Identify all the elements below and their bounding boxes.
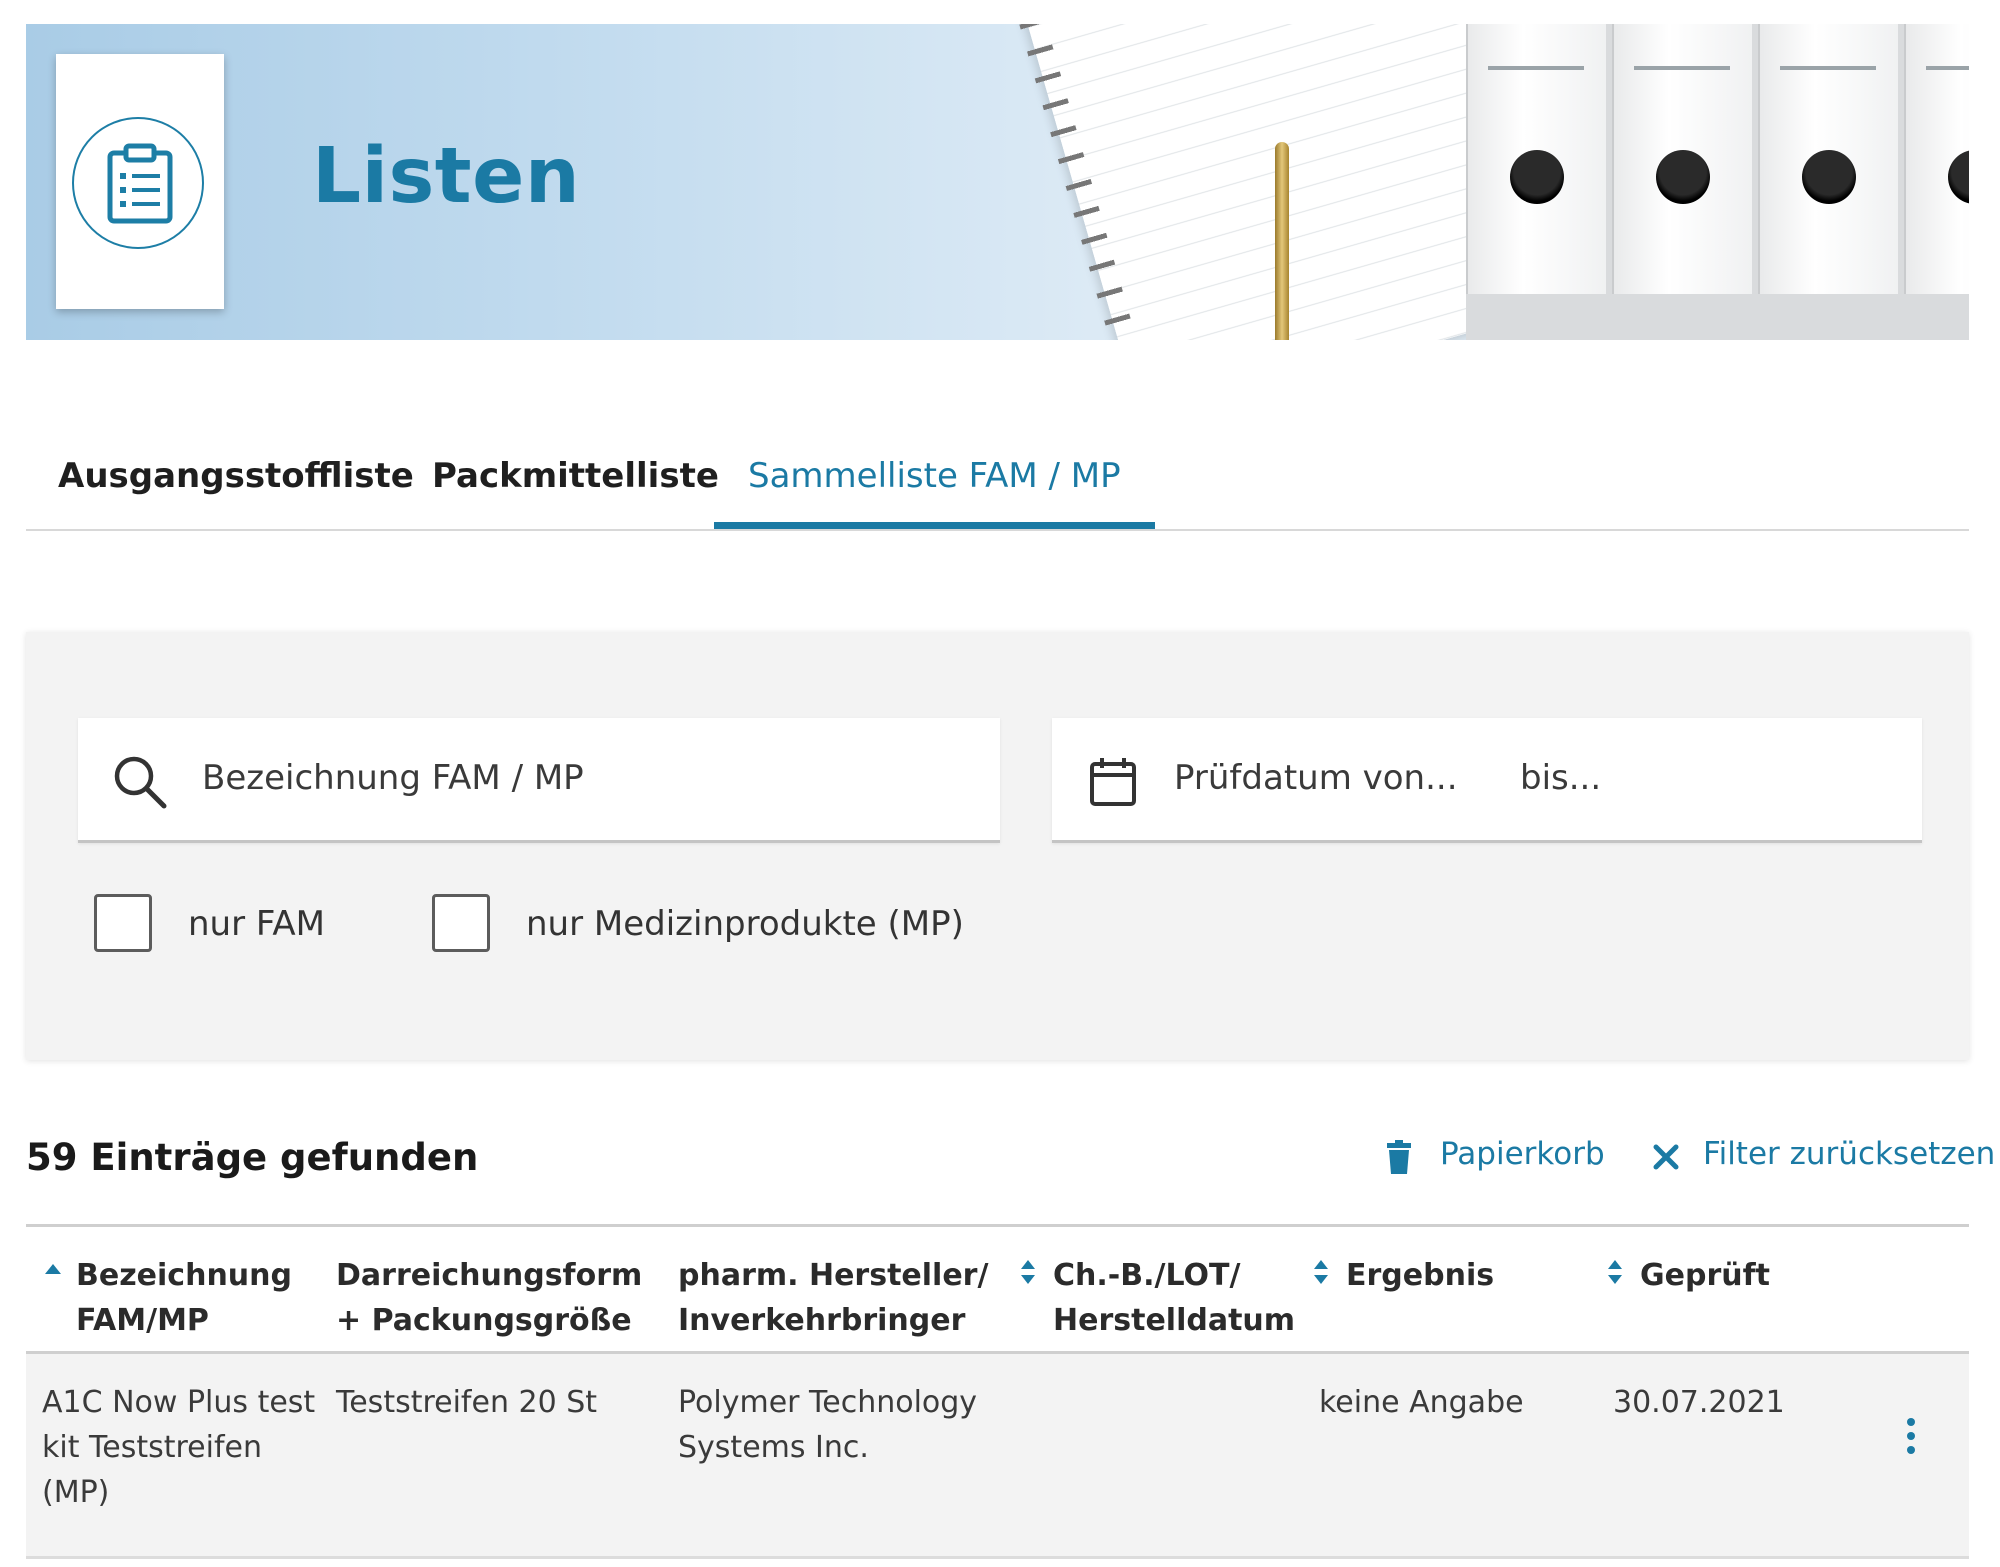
row-menu-icon[interactable]: [1896, 1414, 1926, 1464]
calendar-icon: [1090, 758, 1136, 806]
checkbox-nur-fam[interactable]: nur FAM: [94, 894, 354, 958]
filter-panel: Bezeichnung FAM / MP Prüfdatum von... bi…: [26, 632, 1969, 1060]
trash-label: Papierkorb: [1440, 1136, 1605, 1172]
column-header-geprueft[interactable]: Geprüft: [1608, 1253, 1770, 1298]
clipboard-list-icon: [72, 117, 204, 249]
search-placeholder: Bezeichnung FAM / MP: [202, 758, 584, 798]
column-header-hersteller[interactable]: pharm. Hersteller/ Inverkehrbringer: [678, 1253, 988, 1343]
reset-filter-link[interactable]: Filter zurücksetzen: [1653, 1136, 1995, 1172]
date-from-placeholder[interactable]: Prüfdatum von...: [1174, 758, 1458, 798]
column-header-ergebnis[interactable]: Ergebnis: [1314, 1253, 1494, 1298]
tab-packmittelliste[interactable]: Packmittelliste: [432, 440, 719, 529]
reset-filter-label: Filter zurücksetzen: [1703, 1136, 1996, 1172]
column-header-charge[interactable]: Ch.-B./LOT/ Herstelldatum: [1021, 1253, 1295, 1343]
sort-asc-icon: [45, 1264, 61, 1274]
checkbox-label: nur FAM: [188, 904, 325, 944]
trash-icon: [1387, 1140, 1411, 1174]
sort-icon: [1608, 1260, 1622, 1284]
checkbox-box[interactable]: [94, 894, 152, 952]
page-banner: Listen: [26, 24, 1969, 340]
checkbox-box[interactable]: [432, 894, 490, 952]
column-header-bezeichnung[interactable]: Bezeichnung FAM/MP: [45, 1253, 292, 1343]
result-count: 59 Einträge gefunden: [26, 1136, 479, 1179]
cell-bezeichnung: A1C Now Plus test kit Teststreifen (MP): [42, 1385, 316, 1510]
binders-image: [1466, 24, 1969, 340]
search-icon: [114, 756, 167, 809]
date-range-field[interactable]: Prüfdatum von... bis...: [1052, 718, 1922, 843]
pen-image: [1275, 142, 1289, 340]
logo-card: [56, 54, 224, 309]
sort-icon: [1314, 1260, 1328, 1284]
tab-bar: Ausgangsstoffliste Packmittelliste Samme…: [26, 440, 1969, 531]
checkbox-nur-medizinprodukte[interactable]: nur Medizinprodukte (MP): [432, 894, 992, 958]
tab-ausgangsstoffliste[interactable]: Ausgangsstoffliste: [58, 440, 414, 529]
cell-geprueft: 30.07.2021: [1613, 1385, 1785, 1420]
checkbox-label: nur Medizinprodukte (MP): [526, 904, 964, 944]
trash-link[interactable]: Papierkorb: [1386, 1136, 1605, 1174]
table-row[interactable]: A1C Now Plus test kit Teststreifen (MP) …: [26, 1354, 1969, 1559]
cell-darreichungsform: Teststreifen 20 St: [336, 1385, 598, 1420]
table-header: Bezeichnung FAM/MP Darreichungsform + Pa…: [26, 1224, 1969, 1354]
search-input[interactable]: Bezeichnung FAM / MP: [78, 718, 1000, 843]
page-title: Listen: [312, 132, 581, 221]
tab-sammelliste[interactable]: Sammelliste FAM / MP: [714, 440, 1155, 529]
cell-hersteller: Polymer Technology Systems Inc.: [678, 1385, 978, 1465]
cell-ergebnis: keine Angabe: [1319, 1385, 1524, 1420]
column-header-darreichungsform[interactable]: Darreichungsform + Packungsgröße: [336, 1253, 642, 1343]
date-to-placeholder[interactable]: bis...: [1520, 758, 1601, 798]
close-icon: [1653, 1144, 1679, 1170]
sort-icon: [1021, 1260, 1035, 1284]
